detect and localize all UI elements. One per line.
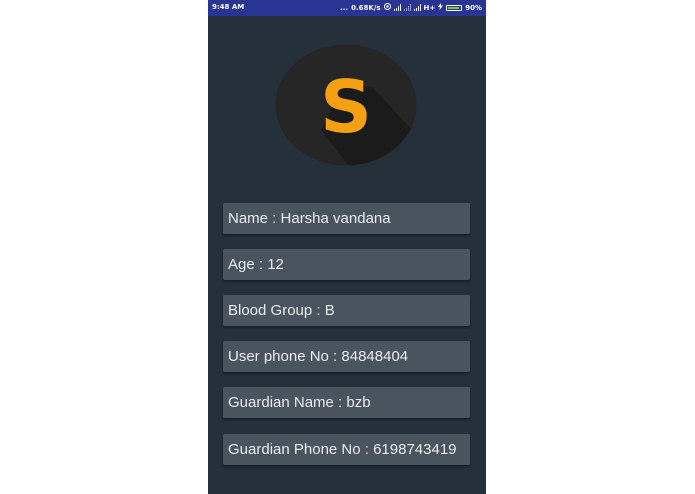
signal-icon-1 <box>393 4 401 11</box>
age-field: Age : 12 <box>223 249 470 280</box>
network-speed: 0.68K/s <box>351 3 381 12</box>
signal-icon-3 <box>413 4 421 11</box>
app-logo: S <box>275 44 417 166</box>
signal-icon-2 <box>403 4 411 11</box>
data-saver-icon <box>383 3 391 12</box>
guardian-phone-field: Guardian Phone No : 6198743419 <box>223 434 470 465</box>
status-bar: 9:48 AM ... 0.68K/s H+ 90% <box>208 0 486 16</box>
status-time: 9:48 AM <box>212 3 245 11</box>
network-type: H+ <box>423 3 436 12</box>
charging-icon <box>438 3 444 12</box>
status-dots: ... <box>340 3 349 12</box>
guardian-name-field: Guardian Name : bzb <box>223 387 470 418</box>
user-phone-field: User phone No : 84848404 <box>223 341 470 372</box>
battery-icon <box>446 4 463 11</box>
logo-letter: S <box>320 65 372 149</box>
status-icons: ... 0.68K/s H+ 90% <box>340 3 482 12</box>
battery-percent: 90% <box>465 3 482 12</box>
name-field: Name : Harsha vandana <box>223 203 470 234</box>
blood-group-field: Blood Group : B <box>223 295 470 326</box>
phone-screen: 9:48 AM ... 0.68K/s H+ 90% S Name: Hars… <box>208 0 486 494</box>
